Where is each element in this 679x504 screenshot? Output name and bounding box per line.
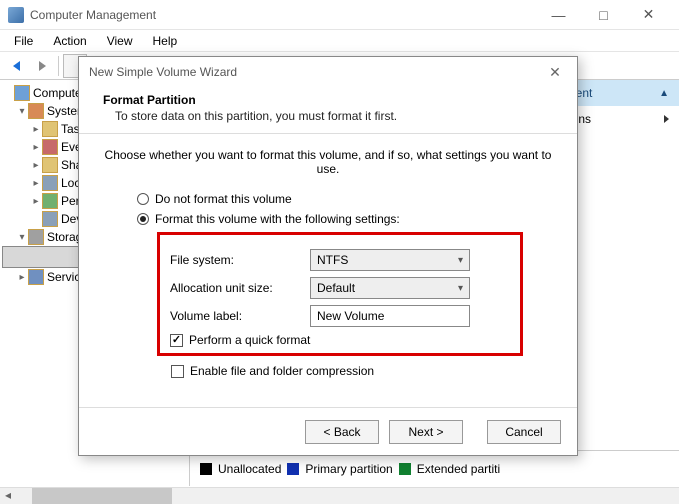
app-icon [8, 7, 24, 23]
dialog-separator [79, 133, 577, 134]
checkbox-icon [170, 334, 183, 347]
radio-icon [137, 193, 149, 205]
legend-swatch-extended [399, 463, 411, 475]
minimize-button[interactable]: — [536, 1, 581, 29]
back-button[interactable]: < Back [305, 420, 379, 444]
dialog-button-row: < Back Next > Cancel [79, 407, 577, 455]
dialog-titlebar: New Simple Volume Wizard ✕ [79, 57, 577, 87]
compression-checkbox[interactable]: Enable file and folder compression [171, 364, 553, 378]
next-button[interactable]: Next > [389, 420, 463, 444]
menu-view[interactable]: View [99, 32, 141, 50]
allocation-unit-select[interactable]: Default ▾ [310, 277, 470, 299]
scrollbar-thumb[interactable] [32, 488, 172, 504]
highlighted-settings: File system: NTFS ▾ Allocation unit size… [157, 232, 523, 356]
tree-label: Tas [61, 122, 80, 136]
dialog-close-button[interactable]: ✕ [543, 64, 567, 81]
volume-label-input[interactable]: New Volume [310, 305, 470, 327]
menubar: File Action View Help [0, 30, 679, 52]
radio-label: Do not format this volume [155, 192, 292, 206]
checkbox-label: Enable file and folder compression [190, 364, 374, 378]
cancel-button[interactable]: Cancel [487, 420, 561, 444]
window-title: Computer Management [30, 8, 536, 22]
dialog-heading: Format Partition [103, 93, 553, 107]
new-volume-wizard-dialog: New Simple Volume Wizard ✕ Format Partit… [78, 56, 578, 456]
input-value: New Volume [317, 309, 384, 323]
radio-format-with-settings[interactable]: Format this volume with the following se… [137, 212, 553, 226]
file-system-select[interactable]: NTFS ▾ [310, 249, 470, 271]
volume-label-label: Volume label: [170, 309, 310, 323]
dialog-subheading: To store data on this partition, you mus… [103, 109, 553, 123]
menu-help[interactable]: Help [145, 32, 186, 50]
checkbox-label: Perform a quick format [189, 333, 310, 347]
nav-forward-button[interactable] [30, 54, 54, 78]
legend-label: Unallocated [218, 462, 281, 476]
menu-file[interactable]: File [6, 32, 41, 50]
menu-action[interactable]: Action [45, 32, 94, 50]
radio-label: Format this volume with the following se… [155, 212, 400, 226]
main-titlebar: Computer Management — □ ✕ [0, 0, 679, 30]
select-value: Default [317, 281, 355, 295]
legend-label: Extended partiti [417, 462, 500, 476]
radio-icon [137, 213, 149, 225]
dialog-description: Choose whether you want to format this v… [103, 148, 553, 176]
allocation-unit-label: Allocation unit size: [170, 281, 310, 295]
chevron-down-icon: ▾ [458, 283, 463, 294]
nav-back-button[interactable] [4, 54, 28, 78]
maximize-button[interactable]: □ [581, 1, 626, 29]
horizontal-scrollbar[interactable]: ◂ [0, 487, 679, 504]
legend-swatch-unallocated [200, 463, 212, 475]
toolbar-separator [58, 56, 59, 76]
quick-format-checkbox[interactable]: Perform a quick format [170, 333, 510, 347]
close-button[interactable]: ✕ [626, 1, 671, 29]
legend-label: Primary partition [305, 462, 392, 476]
legend-swatch-primary [287, 463, 299, 475]
checkbox-icon [171, 365, 184, 378]
tree-label: Per [61, 194, 80, 208]
select-value: NTFS [317, 253, 348, 267]
file-system-label: File system: [170, 253, 310, 267]
dialog-title: New Simple Volume Wizard [89, 65, 543, 79]
radio-do-not-format[interactable]: Do not format this volume [137, 192, 553, 206]
chevron-down-icon: ▾ [458, 255, 463, 266]
